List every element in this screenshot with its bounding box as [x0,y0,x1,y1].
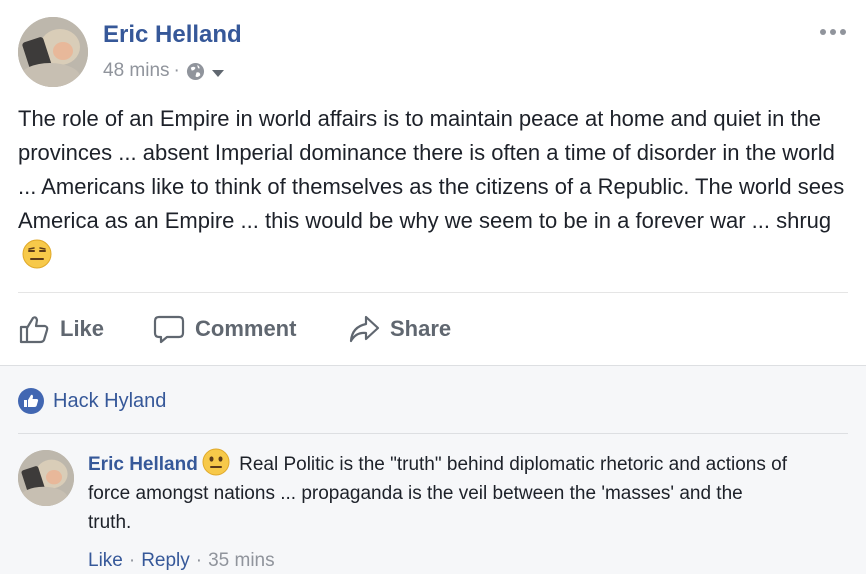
comment-label: Comment [195,316,297,341]
post-header: Eric Helland 48 mins · [18,17,848,89]
likes-divider [18,433,848,434]
comment-separator: · [128,550,136,571]
author-avatar[interactable] [18,17,88,87]
comments-section: Hack Hyland Eric Helland Real Politic is… [0,365,866,574]
post-actions-bar: Like Comment Share [18,306,848,352]
chevron-down-icon[interactable] [211,64,225,78]
comment-actions: Like · Reply · 35 mins [88,550,275,572]
thumbs-up-icon [19,316,49,344]
like-badge-icon [18,388,44,414]
like-label: Like [60,316,105,341]
globe-icon[interactable] [186,62,205,81]
comment-separator: · [195,550,203,571]
neutral-face-emoji [202,448,230,476]
post-time[interactable]: 48 mins [103,60,170,82]
post-text: The role of an Empire in world affairs i… [18,106,845,233]
comment-like-link[interactable]: Like [88,550,123,571]
comment-time[interactable]: 35 mins [208,550,275,571]
post-divider [18,292,848,293]
comment-button[interactable]: Comment [153,306,296,352]
more-options-icon[interactable] [818,25,848,39]
post-meta: 48 mins · [103,60,225,82]
comment-author[interactable]: Eric Helland [88,454,198,475]
share-button[interactable]: Share [348,306,451,352]
comment-avatar[interactable] [18,450,74,506]
share-label: Share [390,316,452,341]
share-arrow-icon [349,315,380,343]
comment-avatar-image [18,450,74,506]
expressionless-face-emoji [22,239,52,269]
avatar-image [18,17,88,87]
post-text-block: The role of an Empire in world affairs i… [18,102,853,272]
comment-reply-link[interactable]: Reply [141,550,190,571]
comment-body: Eric Helland Real Politic is the "truth"… [88,448,788,537]
author-name[interactable]: Eric Helland [103,21,242,49]
like-button[interactable]: Like [18,306,104,352]
comment-bubble-icon [153,315,185,344]
likes-summary[interactable]: Hack Hyland [18,388,166,414]
meta-separator: · [173,60,180,81]
likes-names[interactable]: Hack Hyland [53,390,166,413]
